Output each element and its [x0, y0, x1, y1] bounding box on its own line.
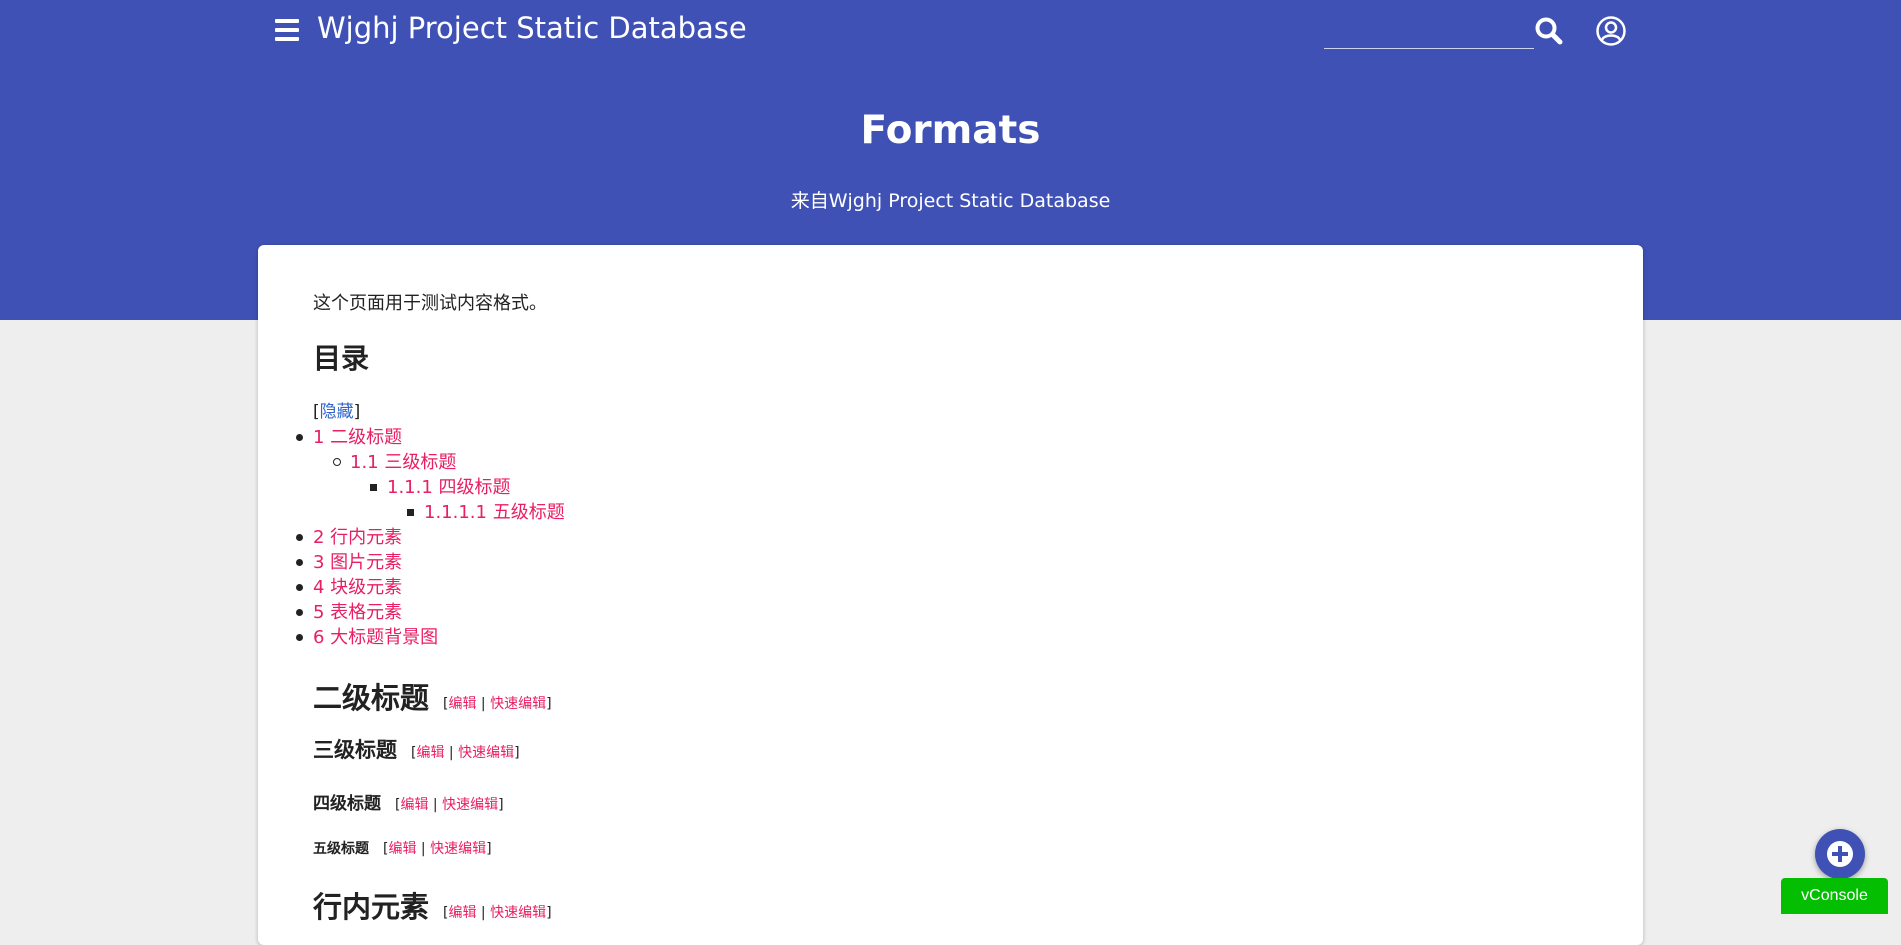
- heading-text: 五级标题: [313, 841, 369, 857]
- page-title: Formats: [860, 108, 1041, 153]
- toc-item: 5 表格元素: [296, 600, 565, 625]
- heading-text: 行内元素: [313, 890, 430, 924]
- section-heading: 行内元素 [编辑 | 快速编辑]: [313, 884, 552, 926]
- toc-link[interactable]: 6 大标题背景图: [313, 627, 438, 648]
- section-heading: 二级标题 [编辑 | 快速编辑]: [313, 675, 552, 717]
- toc-item: 1.1 三级标题: [333, 450, 565, 475]
- hamburger-icon[interactable]: [274, 18, 300, 42]
- search-icon[interactable]: [1533, 15, 1565, 47]
- user-circle-icon[interactable]: [1595, 15, 1627, 47]
- bullet-icon: [296, 609, 303, 616]
- bracket: ]: [546, 696, 552, 712]
- plus-icon[interactable]: [1815, 829, 1865, 879]
- edit-links: [编辑 | 快速编辑]: [383, 841, 492, 857]
- edit-links: [编辑 | 快速编辑]: [411, 745, 520, 761]
- edit-links: [编辑 | 快速编辑]: [395, 797, 504, 813]
- edit-link[interactable]: 编辑: [448, 696, 476, 712]
- section-heading: 三级标题 [编辑 | 快速编辑]: [313, 734, 520, 764]
- top-nav: Wjghj Project Static Database: [0, 0, 1901, 62]
- bullet-icon: [296, 534, 303, 541]
- quick-edit-link[interactable]: 快速编辑: [442, 797, 498, 813]
- edit-links: [编辑 | 快速编辑]: [443, 905, 552, 921]
- edit-link[interactable]: 编辑: [448, 905, 476, 921]
- separator: |: [476, 696, 491, 712]
- edit-link[interactable]: 编辑: [416, 745, 444, 761]
- toc-toggle: [隐藏]: [313, 397, 360, 422]
- content-card: 这个页面用于测试内容格式。 目录 [隐藏] 1 二级标题 1.1 三级标题 1.…: [258, 245, 1643, 945]
- bullet-icon: [333, 458, 341, 466]
- toc-toggle-close: ]: [353, 402, 361, 422]
- heading-text: 四级标题: [313, 794, 381, 814]
- toc-item: 6 大标题背景图: [296, 625, 565, 650]
- toc-toggle-open: [: [313, 402, 320, 422]
- page-subtitle: 来自Wjghj Project Static Database: [790, 190, 1111, 212]
- toc-list: 1 二级标题 1.1 三级标题 1.1.1 四级标题 1.1.1.1 五级标题 …: [296, 425, 565, 650]
- toc-link[interactable]: 1.1.1.1 五级标题: [424, 502, 565, 523]
- toc-item: 1 二级标题: [296, 425, 565, 450]
- quick-edit-link[interactable]: 快速编辑: [458, 745, 514, 761]
- site-title[interactable]: Wjghj Project Static Database: [317, 11, 747, 45]
- bracket: ]: [498, 797, 504, 813]
- toc-item: 3 图片元素: [296, 550, 565, 575]
- bullet-icon: [296, 634, 303, 641]
- toc-link[interactable]: 1.1 三级标题: [350, 452, 456, 473]
- quick-edit-link[interactable]: 快速编辑: [490, 905, 546, 921]
- section-heading: 五级标题 [编辑 | 快速编辑]: [313, 838, 492, 858]
- section-heading: 四级标题 [编辑 | 快速编辑]: [313, 789, 504, 814]
- quick-edit-link[interactable]: 快速编辑: [490, 696, 546, 712]
- toc-title: 目录: [313, 342, 370, 375]
- heading-text: 三级标题: [313, 738, 397, 762]
- bracket: ]: [546, 905, 552, 921]
- search-input[interactable]: [1324, 16, 1534, 49]
- bullet-icon: [296, 584, 303, 591]
- toc-link[interactable]: 3 图片元素: [313, 552, 402, 573]
- separator: |: [416, 841, 431, 857]
- toc-link[interactable]: 1 二级标题: [313, 427, 402, 448]
- heading-text: 二级标题: [313, 681, 430, 715]
- toc-item: 1.1.1 四级标题: [370, 475, 565, 500]
- toc-link[interactable]: 5 表格元素: [313, 602, 402, 623]
- quick-edit-link[interactable]: 快速编辑: [430, 841, 486, 857]
- bullet-icon: [296, 434, 303, 441]
- bracket: ]: [514, 745, 520, 761]
- toc-link[interactable]: 2 行内元素: [313, 527, 402, 548]
- toc-item: 1.1.1.1 五级标题: [407, 500, 565, 525]
- edit-link[interactable]: 编辑: [388, 841, 416, 857]
- toc-item: 4 块级元素: [296, 575, 565, 600]
- vconsole-button[interactable]: vConsole: [1781, 878, 1888, 914]
- bullet-icon: [370, 484, 377, 491]
- bullet-icon: [296, 559, 303, 566]
- toc-hide-link[interactable]: 隐藏: [320, 402, 354, 422]
- bullet-icon: [407, 509, 414, 516]
- separator: |: [444, 745, 459, 761]
- separator: |: [428, 797, 443, 813]
- toc-link[interactable]: 1.1.1 四级标题: [387, 477, 511, 498]
- toc-item: 2 行内元素: [296, 525, 565, 550]
- toc-link[interactable]: 4 块级元素: [313, 577, 402, 598]
- bracket: ]: [486, 841, 492, 857]
- edit-link[interactable]: 编辑: [400, 797, 428, 813]
- intro-text: 这个页面用于测试内容格式。: [313, 293, 547, 314]
- edit-links: [编辑 | 快速编辑]: [443, 696, 552, 712]
- separator: |: [476, 905, 491, 921]
